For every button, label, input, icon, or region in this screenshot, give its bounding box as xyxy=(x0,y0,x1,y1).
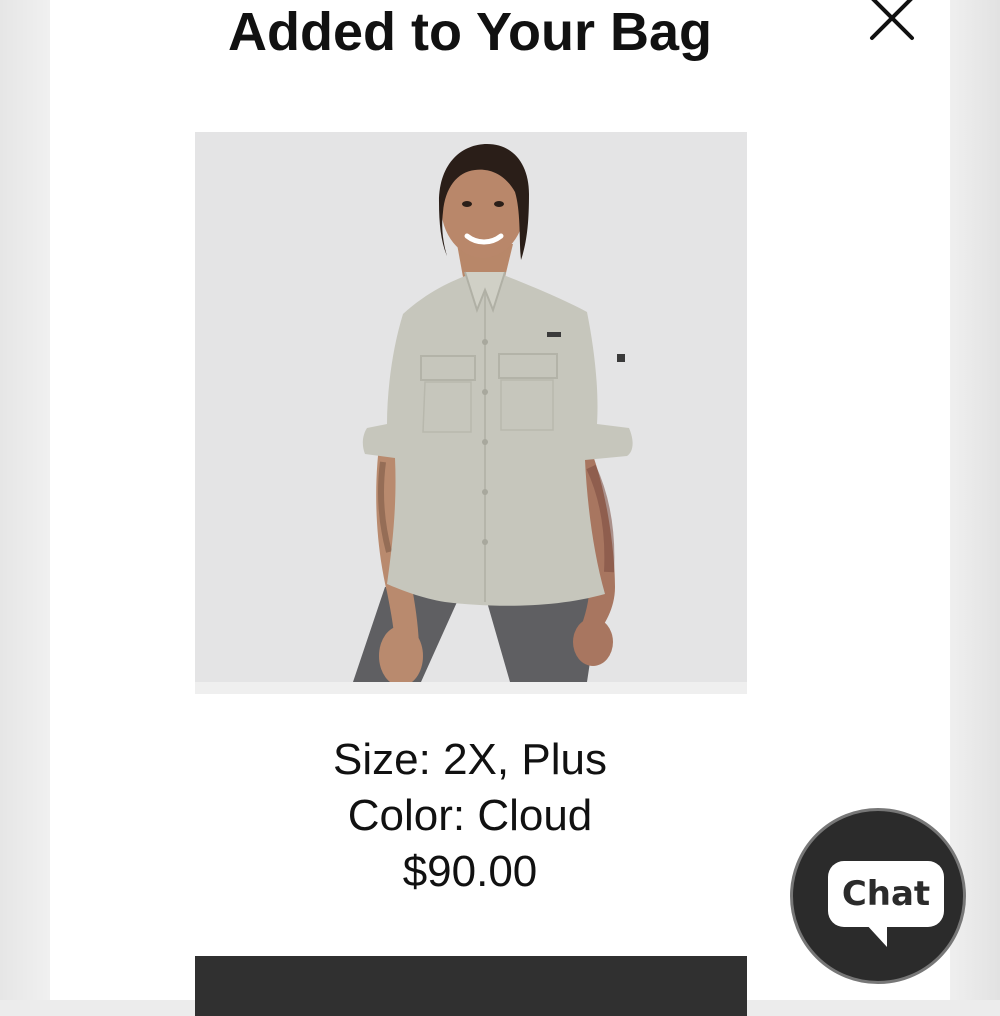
product-image xyxy=(195,132,747,694)
product-size: Size: 2X, Plus xyxy=(333,735,607,784)
background-left-edge xyxy=(0,0,50,1000)
chat-bubble-tail xyxy=(865,923,887,947)
close-icon xyxy=(870,0,914,40)
product-color: Color: Cloud xyxy=(347,791,593,840)
chat-bubble-icon: Chat xyxy=(828,861,944,927)
modal-title: Added to Your Bag xyxy=(228,2,712,62)
chat-label: Chat xyxy=(841,874,931,914)
chat-button[interactable]: Chat xyxy=(790,808,966,984)
image-floor-strip xyxy=(195,682,747,694)
product-details: Size: 2X, Plus Color: Cloud $90.00 xyxy=(50,732,890,900)
background-right-edge xyxy=(950,0,1000,1000)
checkout-button[interactable] xyxy=(195,956,747,1016)
model-photo-illustration xyxy=(353,144,633,686)
close-button[interactable] xyxy=(862,0,922,48)
product-price: $90.00 xyxy=(402,847,538,896)
